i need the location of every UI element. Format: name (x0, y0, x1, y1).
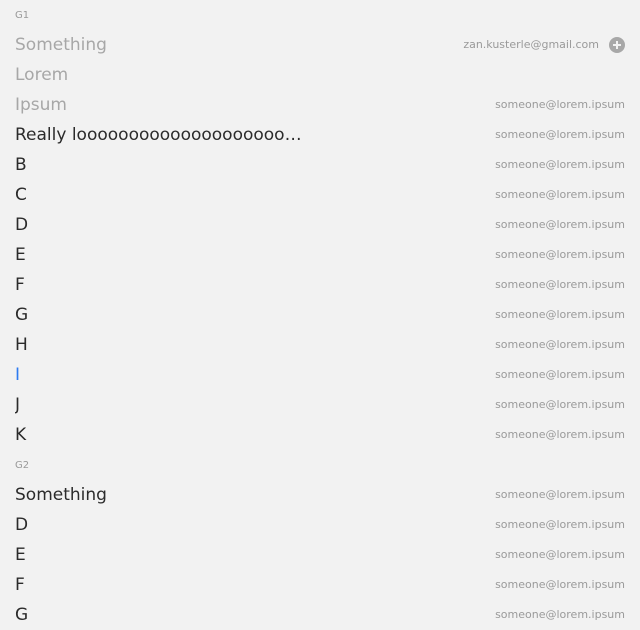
list-item: Something zan.kusterle@gmail.com (0, 30, 640, 60)
item-email: someone@lorem.ipsum (495, 308, 625, 321)
item-label: I (15, 365, 21, 385)
item-email: someone@lorem.ipsum (495, 428, 625, 441)
list-item[interactable]: D someone@lorem.ipsum (0, 210, 640, 240)
item-email: someone@lorem.ipsum (495, 128, 625, 141)
list-item[interactable]: G someone@lorem.ipsum (0, 300, 640, 330)
item-label: Something (15, 35, 107, 55)
list-item[interactable]: K someone@lorem.ipsum (0, 420, 640, 450)
item-email: someone@lorem.ipsum (495, 218, 625, 231)
item-label: G (15, 305, 29, 325)
item-label: E (15, 545, 26, 565)
item-label: Lorem (15, 65, 69, 85)
list-item[interactable]: B someone@lorem.ipsum (0, 150, 640, 180)
item-email: someone@lorem.ipsum (495, 98, 625, 111)
list-item[interactable]: G someone@lorem.ipsum (0, 600, 640, 630)
item-email: someone@lorem.ipsum (495, 188, 625, 201)
item-label: F (15, 575, 25, 595)
list-item-selected[interactable]: I someone@lorem.ipsum (0, 360, 640, 390)
item-label: G (15, 605, 29, 625)
item-email: someone@lorem.ipsum (495, 608, 625, 621)
item-email: someone@lorem.ipsum (495, 518, 625, 531)
list-item: Ipsum someone@lorem.ipsum (0, 90, 640, 120)
list-item[interactable]: Something someone@lorem.ipsum (0, 480, 640, 510)
item-email: someone@lorem.ipsum (495, 248, 625, 261)
item-label: Ipsum (15, 95, 67, 115)
group-header-g2: G2 (15, 460, 30, 471)
item-label: C (15, 185, 27, 205)
list-item[interactable]: E someone@lorem.ipsum (0, 540, 640, 570)
item-email: someone@lorem.ipsum (495, 278, 625, 291)
list-item[interactable]: F someone@lorem.ipsum (0, 570, 640, 600)
item-email: zan.kusterle@gmail.com (463, 38, 599, 51)
item-label: Really loooooooooooooooooooooooooooooooo… (15, 125, 311, 145)
option-list: G1 Something zan.kusterle@gmail.com Lore… (0, 0, 640, 630)
list-item[interactable]: E someone@lorem.ipsum (0, 240, 640, 270)
item-label: H (15, 335, 28, 355)
list-item[interactable]: H someone@lorem.ipsum (0, 330, 640, 360)
item-label: F (15, 275, 25, 295)
list-item[interactable]: C someone@lorem.ipsum (0, 180, 640, 210)
add-circle-icon[interactable] (609, 37, 625, 53)
item-label: B (15, 155, 27, 175)
item-label: K (15, 425, 27, 445)
item-email: someone@lorem.ipsum (495, 338, 625, 351)
list-item: Lorem (0, 60, 640, 90)
item-label: D (15, 215, 29, 235)
list-item[interactable]: F someone@lorem.ipsum (0, 270, 640, 300)
item-email: someone@lorem.ipsum (495, 578, 625, 591)
item-email: someone@lorem.ipsum (495, 548, 625, 561)
item-label: J (15, 395, 21, 415)
item-email: someone@lorem.ipsum (495, 368, 625, 381)
item-email: someone@lorem.ipsum (495, 488, 625, 501)
list-item[interactable]: D someone@lorem.ipsum (0, 510, 640, 540)
group-header-g1: G1 (15, 10, 30, 21)
item-label: Something (15, 485, 107, 505)
item-email: someone@lorem.ipsum (495, 398, 625, 411)
item-email: someone@lorem.ipsum (495, 158, 625, 171)
item-label: D (15, 515, 29, 535)
list-item[interactable]: Really loooooooooooooooooooooooooooooooo… (0, 120, 640, 150)
item-label: E (15, 245, 26, 265)
list-item[interactable]: J someone@lorem.ipsum (0, 390, 640, 420)
